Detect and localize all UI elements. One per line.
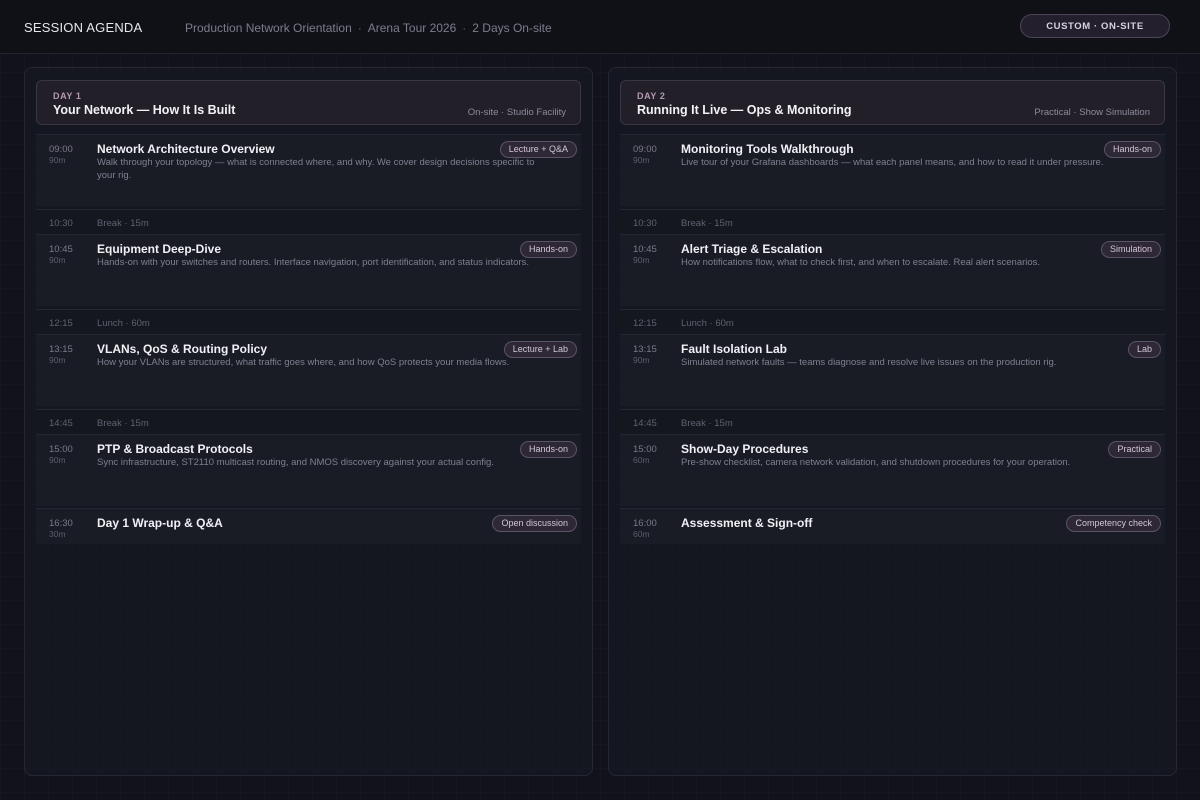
session-time: 13:15 xyxy=(633,344,657,355)
session-duration: 60m xyxy=(633,529,650,539)
breadcrumb-item: 2 Days On-site xyxy=(472,21,552,35)
session-row[interactable]: 09:00 90m Network Architecture Overview … xyxy=(36,134,581,206)
session-time: 09:00 xyxy=(49,144,73,155)
day-label: DAY 2 xyxy=(637,91,666,101)
break-time: 12:15 xyxy=(633,318,657,329)
session-duration: 90m xyxy=(633,155,650,165)
session-title: Equipment Deep-Dive xyxy=(97,242,222,256)
session-description: Pre-show checklist, camera network valid… xyxy=(681,457,1071,468)
day-1-panel: DAY 1 Your Network — How It Is Built On-… xyxy=(24,67,593,776)
session-title: Alert Triage & Escalation xyxy=(681,242,823,256)
session-duration: 90m xyxy=(49,355,66,365)
break-row: 12:15 Lunch · 60m xyxy=(620,309,1165,335)
session-format-tag: Open discussion xyxy=(492,515,577,532)
session-title: Monitoring Tools Walkthrough xyxy=(681,142,854,156)
break-row: 10:30 Break · 15m xyxy=(620,209,1165,235)
day-meta: On-site · Studio Facility xyxy=(467,107,566,118)
breadcrumb-item: Production Network Orientation xyxy=(185,21,352,35)
break-label: Break · 15m xyxy=(97,418,149,429)
session-format-tag: Hands-on xyxy=(519,441,577,458)
session-row[interactable]: 16:30 30m Day 1 Wrap-up & Q&A Open discu… xyxy=(36,508,581,544)
break-row: 10:30 Break · 15m xyxy=(36,209,581,235)
break-time: 10:30 xyxy=(633,218,657,229)
session-format-tag: Hands-on xyxy=(519,241,577,258)
break-label: Break · 15m xyxy=(681,418,733,429)
session-description: Walk through your topology — what is con… xyxy=(97,157,535,181)
session-time: 10:45 xyxy=(49,244,73,255)
session-duration: 90m xyxy=(633,355,650,365)
session-description: Simulated network faults — teams diagnos… xyxy=(681,357,1057,368)
session-description: Live tour of your Grafana dashboards — w… xyxy=(681,157,1104,168)
day-title: Running It Live — Ops & Monitoring xyxy=(637,103,852,117)
break-row: 12:15 Lunch · 60m xyxy=(36,309,581,335)
session-format-tag: Practical xyxy=(1108,441,1161,458)
session-duration: 90m xyxy=(49,455,66,465)
session-format-tag: Lecture + Q&A xyxy=(499,141,577,158)
session-title: Network Architecture Overview xyxy=(97,142,275,156)
session-duration: 90m xyxy=(49,155,66,165)
session-row[interactable]: 10:45 90m Equipment Deep-Dive Hands-on w… xyxy=(36,234,581,306)
session-time: 13:15 xyxy=(49,344,73,355)
breadcrumb: Production Network Orientation · Arena Tou… xyxy=(185,21,552,35)
session-title: PTP & Broadcast Protocols xyxy=(97,442,253,456)
session-row[interactable]: 10:45 90m Alert Triage & Escalation How … xyxy=(620,234,1165,306)
session-duration: 30m xyxy=(49,529,66,539)
session-time: 16:00 xyxy=(633,518,657,529)
session-duration: 60m xyxy=(633,455,650,465)
day-label: DAY 1 xyxy=(53,91,82,101)
breadcrumb-item: Arena Tour 2026 xyxy=(367,21,457,35)
break-time: 12:15 xyxy=(49,318,73,329)
session-duration: 90m xyxy=(49,255,66,265)
session-time: 15:00 xyxy=(49,444,73,455)
session-description: How your VLANs are structured, what traf… xyxy=(97,357,510,368)
session-title: Assessment & Sign-off xyxy=(681,516,813,530)
break-row: 14:45 Break · 15m xyxy=(620,409,1165,435)
session-row[interactable]: 15:00 90m PTP & Broadcast Protocols Sync… xyxy=(36,434,581,506)
session-format-tag: Lecture + Lab xyxy=(503,341,577,358)
session-time: 09:00 xyxy=(633,144,657,155)
day-2-panel: DAY 2 Running It Live — Ops & Monitoring… xyxy=(608,67,1177,776)
session-description: Sync infrastructure, ST2110 multicast ro… xyxy=(97,457,494,468)
day-title: Your Network — How It Is Built xyxy=(53,103,236,117)
session-time: 16:30 xyxy=(49,518,73,529)
day-header: DAY 2 Running It Live — Ops & Monitoring… xyxy=(620,80,1165,125)
session-description: Hands-on with your switches and routers.… xyxy=(97,257,529,268)
day-header: DAY 1 Your Network — How It Is Built On-… xyxy=(36,80,581,125)
break-time: 14:45 xyxy=(49,418,73,429)
break-time: 10:30 xyxy=(49,218,73,229)
session-row[interactable]: 09:00 90m Monitoring Tools Walkthrough L… xyxy=(620,134,1165,206)
session-title: Show-Day Procedures xyxy=(681,442,809,456)
break-label: Break · 15m xyxy=(681,218,733,229)
session-time: 15:00 xyxy=(633,444,657,455)
breadcrumb-separator: · xyxy=(462,21,467,35)
session-row[interactable]: 16:00 60m Assessment & Sign-off Competen… xyxy=(620,508,1165,544)
session-row[interactable]: 13:15 90m Fault Isolation Lab Simulated … xyxy=(620,334,1165,406)
day-meta: Practical · Show Simulation xyxy=(1034,107,1150,118)
break-time: 14:45 xyxy=(633,418,657,429)
page-title: SESSION AGENDA xyxy=(24,20,143,35)
session-format-tag: Competency check xyxy=(1066,515,1161,532)
format-badge[interactable]: CUSTOM · ON-SITE xyxy=(1020,14,1170,38)
break-label: Break · 15m xyxy=(97,218,149,229)
breadcrumb-separator: · xyxy=(357,21,362,35)
session-title: VLANs, QoS & Routing Policy xyxy=(97,342,268,356)
session-duration: 90m xyxy=(633,255,650,265)
top-bar: SESSION AGENDA Production Network Orient… xyxy=(0,0,1200,54)
session-description: How notifications flow, what to check fi… xyxy=(681,257,1041,268)
session-format-tag: Hands-on xyxy=(1103,141,1161,158)
session-time: 10:45 xyxy=(633,244,657,255)
session-row[interactable]: 15:00 60m Show-Day Procedures Pre-show c… xyxy=(620,434,1165,506)
session-format-tag: Lab xyxy=(1127,341,1161,358)
break-label: Lunch · 60m xyxy=(97,318,150,329)
session-title: Day 1 Wrap-up & Q&A xyxy=(97,516,223,530)
session-row[interactable]: 13:15 90m VLANs, QoS & Routing Policy Ho… xyxy=(36,334,581,406)
session-title: Fault Isolation Lab xyxy=(681,342,788,356)
break-row: 14:45 Break · 15m xyxy=(36,409,581,435)
break-label: Lunch · 60m xyxy=(681,318,734,329)
session-format-tag: Simulation xyxy=(1100,241,1161,258)
